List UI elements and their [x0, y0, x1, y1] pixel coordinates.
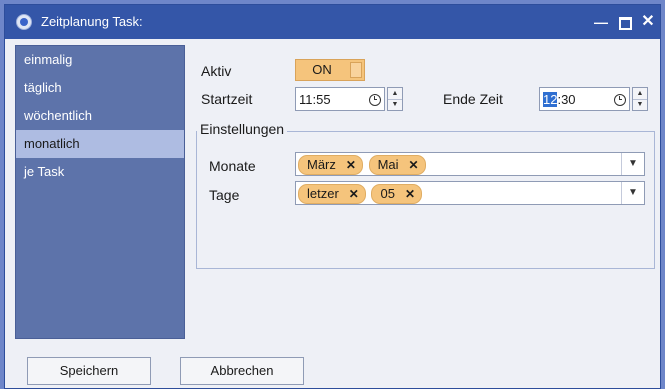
- remove-chip-icon[interactable]: ✕: [346, 158, 356, 172]
- endzeit-input[interactable]: 12:30: [539, 87, 630, 111]
- spin-down-icon[interactable]: ▼: [633, 99, 647, 110]
- minimize-button[interactable]: —: [590, 11, 612, 33]
- chip-label: letzer: [307, 186, 339, 201]
- monate-label: Monate: [209, 158, 256, 174]
- chip-label: Mai: [377, 157, 399, 172]
- remove-chip-icon[interactable]: ✕: [349, 187, 359, 201]
- chip-05: 05 ✕: [371, 184, 423, 204]
- monate-select[interactable]: März ✕ Mai ✕ ▼: [295, 152, 645, 176]
- clock-icon[interactable]: [614, 94, 626, 106]
- sidebar-item-taeglich[interactable]: täglich: [16, 74, 184, 102]
- dialog-window: Zeitplanung Task: — ✕ einmalig täglich w…: [4, 4, 661, 389]
- maximize-icon: [618, 16, 632, 30]
- startzeit-label: Startzeit: [201, 91, 253, 107]
- save-button[interactable]: Speichern: [27, 357, 151, 385]
- endzeit-label: Ende Zeit: [443, 91, 503, 107]
- sidebar-item-einmalig[interactable]: einmalig: [16, 46, 184, 74]
- endzeit-selected-text: 12: [543, 92, 558, 107]
- tage-select[interactable]: letzer ✕ 05 ✕ ▼: [295, 181, 645, 205]
- chip-letzer: letzer ✕: [298, 184, 366, 204]
- close-button[interactable]: ✕: [637, 11, 659, 33]
- chevron-down-icon[interactable]: ▼: [621, 153, 644, 175]
- endzeit-rest-text: :30: [557, 92, 576, 107]
- main-panel: Aktiv ON Startzeit 11:55 ▲ ▼ Ende Zeit 1…: [185, 45, 659, 339]
- tage-label: Tage: [209, 187, 240, 203]
- endzeit-value: 12:30: [543, 92, 576, 107]
- endzeit-spinner[interactable]: ▲ ▼: [632, 87, 648, 111]
- aktiv-label: Aktiv: [201, 63, 232, 79]
- clock-icon[interactable]: [369, 94, 381, 106]
- chip-maerz: März ✕: [298, 155, 363, 175]
- app-logo-icon: [16, 14, 32, 30]
- group-title: Einstellungen: [197, 121, 288, 137]
- sidebar: einmalig täglich wöchentlich monatlich j…: [15, 45, 185, 339]
- aktiv-toggle[interactable]: ON: [295, 59, 365, 81]
- sidebar-item-je-task[interactable]: je Task: [16, 158, 184, 186]
- title-bar[interactable]: Zeitplanung Task: — ✕: [5, 5, 660, 39]
- remove-chip-icon[interactable]: ✕: [409, 158, 419, 172]
- sidebar-item-woechentlich[interactable]: wöchentlich: [16, 102, 184, 130]
- toggle-knob[interactable]: [350, 62, 362, 78]
- chip-mai: Mai ✕: [368, 155, 426, 175]
- startzeit-value: 11:55: [299, 92, 331, 107]
- cancel-button[interactable]: Abbrechen: [180, 357, 304, 385]
- maximize-button[interactable]: [614, 11, 636, 33]
- toggle-state-text: ON: [312, 62, 332, 77]
- startzeit-input[interactable]: 11:55: [295, 87, 385, 111]
- chevron-down-icon[interactable]: ▼: [621, 182, 644, 204]
- sidebar-item-monatlich[interactable]: monatlich: [16, 130, 184, 158]
- chip-label: 05: [380, 186, 395, 201]
- window-title: Zeitplanung Task:: [41, 14, 143, 29]
- chip-label: März: [307, 157, 336, 172]
- startzeit-spinner[interactable]: ▲ ▼: [387, 87, 403, 111]
- spin-down-icon[interactable]: ▼: [388, 99, 402, 110]
- remove-chip-icon[interactable]: ✕: [405, 187, 415, 201]
